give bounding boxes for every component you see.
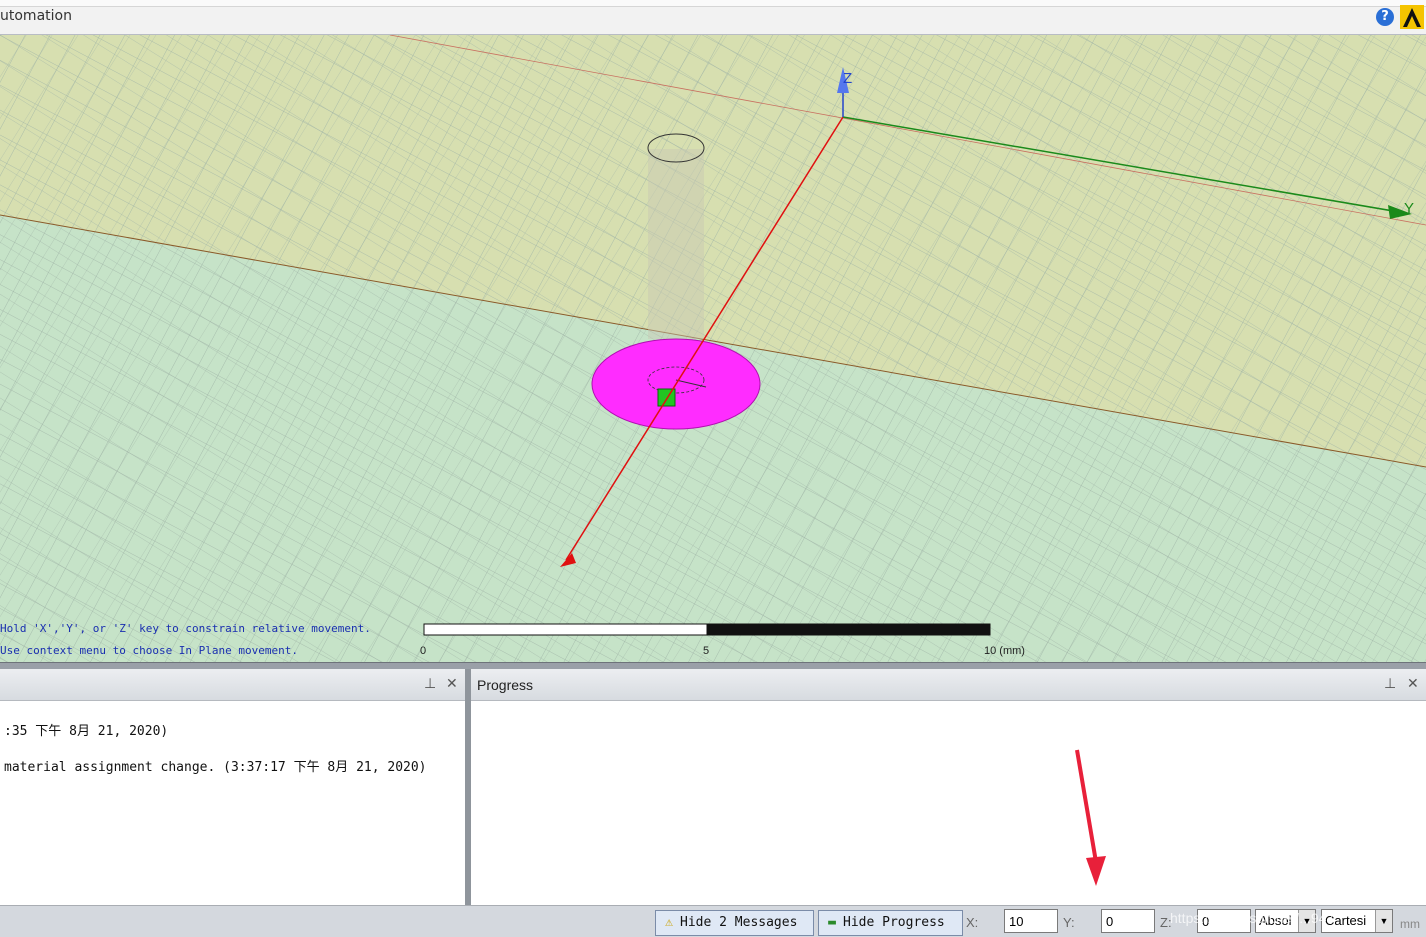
viewport-canvas[interactable] <box>0 35 1426 662</box>
scale-tick-0: 0 <box>420 645 427 657</box>
ansys-logo-icon <box>1400 5 1424 29</box>
z-coord-input[interactable] <box>1197 909 1251 933</box>
hint-constrain: Hold 'X','Y', or 'Z' key to constrain re… <box>0 622 371 635</box>
progress-icon: ▬ <box>828 915 836 930</box>
pin-icon[interactable]: ⊥ <box>424 676 436 692</box>
coordinate-mode-select[interactable]: Absol ▼ <box>1255 909 1316 933</box>
progress-panel: Progress ⊥ ✕ <box>471 669 1426 905</box>
pin-icon[interactable]: ⊥ <box>1384 676 1396 692</box>
hint-context-menu: Use context menu to choose In Plane move… <box>0 644 299 657</box>
y-axis-label: Y <box>1404 200 1415 217</box>
y-coord-label: Y: <box>1063 915 1075 930</box>
close-icon[interactable]: ✕ <box>446 676 458 692</box>
hide-messages-label: Hide 2 Messages <box>680 915 798 930</box>
message-line: material assignment change. (3:37:17 下午 … <box>4 760 427 775</box>
question-mark-icon[interactable]: ? <box>1376 8 1394 26</box>
unit-label: mm <box>1400 917 1420 931</box>
z-axis-label: Z <box>843 70 853 87</box>
warning-icon: ⚠ <box>665 915 673 930</box>
annotation-arrow <box>1075 749 1106 886</box>
cylinder-body <box>648 149 704 339</box>
x-coord-input[interactable] <box>1004 909 1058 933</box>
message-manager-panel: ⊥ ✕ :35 下午 8月 21, 2020) material assignm… <box>0 669 465 905</box>
y-coord-input[interactable] <box>1101 909 1155 933</box>
coordinate-system-value: Cartesi <box>1325 913 1367 928</box>
z-coord-label: Z: <box>1160 915 1172 930</box>
coordinate-mode-value: Absol <box>1259 913 1292 928</box>
status-bar: ⚠ Hide 2 Messages ▬ Hide Progress X: Y: Z:… <box>0 905 1426 937</box>
scale-bar-black <box>706 623 991 636</box>
x-coord-label: X: <box>966 915 979 930</box>
tab-strip <box>0 0 1426 7</box>
snap-point-marker <box>657 388 676 407</box>
chevron-down-icon: ▼ <box>1298 910 1315 932</box>
scale-tick-5: 5 <box>703 645 710 657</box>
hide-messages-button[interactable]: ⚠ Hide 2 Messages <box>655 910 814 936</box>
modeler-3d-viewport[interactable]: Z Y Hold 'X','Y', or 'Z' key to constrai… <box>0 35 1426 662</box>
coordinate-system-select[interactable]: Cartesi ▼ <box>1321 909 1393 933</box>
close-icon[interactable]: ✕ <box>1407 676 1419 692</box>
message-panel-header: ⊥ ✕ <box>0 669 465 701</box>
progress-panel-header: Progress ⊥ ✕ <box>471 669 1426 701</box>
window-title: utomation <box>0 8 72 24</box>
title-bar: utomation ? <box>0 0 1426 35</box>
horizontal-splitter[interactable] <box>0 662 1426 669</box>
scale-bar-white <box>423 623 708 636</box>
message-line: :35 下午 8月 21, 2020) <box>4 724 169 739</box>
chevron-down-icon: ▼ <box>1375 910 1392 932</box>
hide-progress-button[interactable]: ▬ Hide Progress <box>818 910 963 936</box>
progress-panel-title: Progress <box>477 677 534 693</box>
scale-tick-10: 10 (mm) <box>984 645 1025 657</box>
hide-progress-label: Hide Progress <box>843 915 945 930</box>
